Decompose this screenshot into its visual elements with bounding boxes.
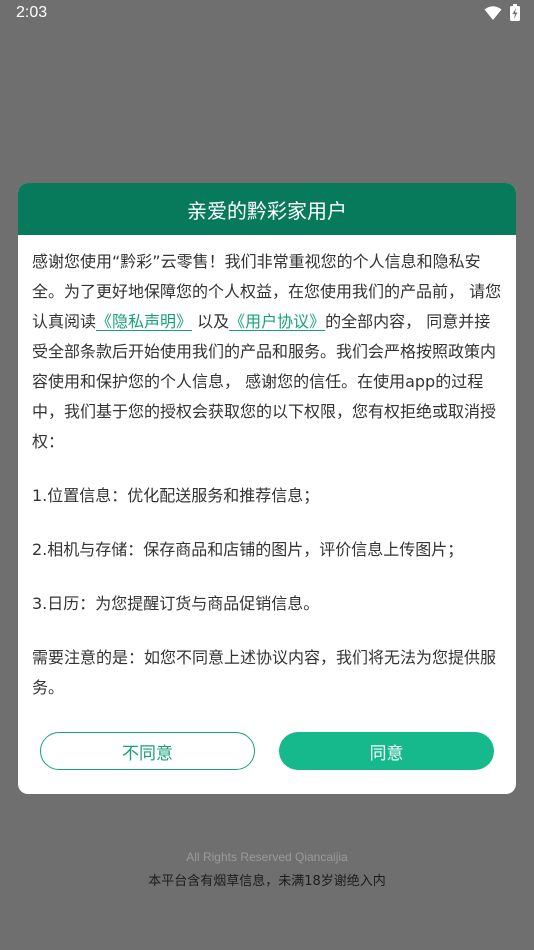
intro-and-text: 以及	[192, 312, 230, 331]
intro-text-2: 的全部内容， 同意并接受全部条款后开始使用我们的产品和服务。我们会严格按照政策内…	[32, 312, 497, 451]
permission-location: 1.位置信息：优化配送服务和推荐信息；	[32, 486, 320, 505]
dialog-body: 感谢您使用“黔彩”云零售！我们非常重视您的个人信息和隐私安全。为了更好地保障您的…	[18, 235, 516, 703]
agree-button[interactable]: 同意	[279, 732, 494, 770]
permission-camera-storage: 2.相机与存储：保存商品和店铺的图片，评价信息上传图片；	[32, 540, 464, 559]
dialog-header: 亲爱的黔彩家用户	[18, 183, 516, 235]
status-icons	[484, 4, 520, 21]
battery-charging-icon	[510, 4, 520, 21]
disagree-button[interactable]: 不同意	[40, 732, 255, 770]
wifi-icon	[484, 5, 502, 21]
user-agreement-link[interactable]: 《用户协议》	[229, 312, 325, 331]
permission-calendar: 3.日历：为您提醒订货与商品促销信息。	[32, 594, 320, 613]
status-bar: 2:03	[0, 0, 534, 28]
intro-paragraph: 感谢您使用“黔彩”云零售！我们非常重视您的个人信息和隐私安全。为了更好地保障您的…	[32, 247, 502, 457]
notice-text: 需要注意的是：如您不同意上述协议内容，我们将无法为您提供服务。	[32, 648, 497, 697]
dialog-actions: 不同意 同意	[40, 732, 494, 770]
footer-warning: 本平台含有烟草信息，未满18岁谢绝入内	[148, 874, 386, 889]
dialog-title: 亲爱的黔彩家用户	[187, 198, 347, 223]
status-time: 2:03	[16, 4, 48, 21]
privacy-statement-link[interactable]: 《隐私声明》	[96, 312, 192, 331]
footer-copyright: All Rights Reserved Qiancaijia	[186, 850, 348, 864]
privacy-dialog: 亲爱的黔彩家用户 感谢您使用“黔彩”云零售！我们非常重视您的个人信息和隐私安全。…	[18, 183, 516, 794]
